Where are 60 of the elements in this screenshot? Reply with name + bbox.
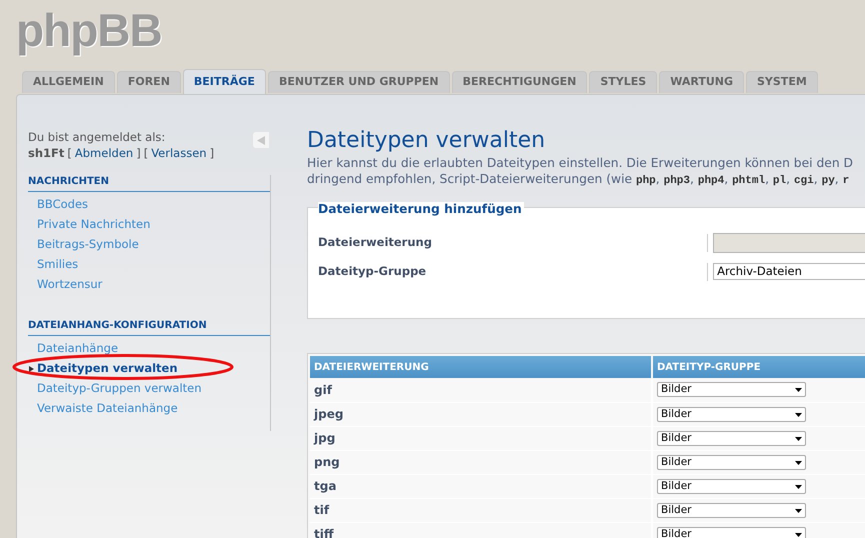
group-select[interactable]: Bilder [657,526,806,538]
group-select[interactable]: Archiv-Dateien [713,263,865,280]
field-label: Dateierweiterung [318,234,433,251]
group-select[interactable]: Bilder [657,454,806,470]
nav-tab[interactable]: STYLES [589,71,658,93]
sidebar-link[interactable]: Verwaiste Dateianhänge [37,400,178,418]
nav-tab[interactable]: BENUTZER UND GRUPPEN [268,71,450,93]
sidebar-link[interactable]: Beitrags-Symbole [37,236,139,254]
bracket-text: [ [144,145,148,161]
left-arrow-icon [257,136,265,144]
group-select[interactable]: Bilder [657,406,806,422]
nav-tab[interactable]: ALLGEMEIN [22,71,115,93]
description-text: Hier kannst du die erlaubten Dateitypen einstellen. Die Erweiterungen können bei den D [307,155,854,171]
dropdown-arrow-icon [795,508,802,512]
nav-tab[interactable]: WARTUNG [659,71,744,93]
nav-tab[interactable]: FOREN [116,71,181,93]
account-link[interactable]: Verlassen [151,145,207,161]
table-cell: png [310,450,652,474]
dropdown-arrow-icon [795,436,802,440]
nav-tab[interactable]: BERECHTIGUNGEN [452,71,588,93]
sidebar-link[interactable]: BBCodes [37,196,88,214]
table-cell: jpg [310,426,652,450]
group-select[interactable]: Bilder [657,382,806,398]
page-title: Dateitypen verwalten [307,127,546,155]
group-select[interactable]: Bilder [657,502,806,518]
account-link[interactable]: Abmelden [74,145,134,161]
section-heading: DATEIANHANG-KONFIGURATION [28,319,270,336]
logo: phpBB [16,6,162,54]
sidebar-link[interactable]: Dateityp-Gruppen verwalten [37,380,202,398]
sidebar-link[interactable]: Wortzensur [37,276,102,294]
username: sh1Ft [28,145,64,161]
dropdown-arrow-icon [795,412,802,416]
bracket-text: ] [136,145,141,161]
section-heading: NACHRICHTEN [28,175,270,192]
form-legend: Dateierweiterung hinzufügen [318,202,524,216]
nav-tab[interactable]: SYSTEM [746,71,818,93]
group-select[interactable]: Bilder [657,430,806,446]
sidebar-link[interactable]: Dateianhänge [37,340,118,358]
dropdown-arrow-icon [795,388,802,392]
dropdown-arrow-icon [795,460,802,464]
bullet-arrow-icon [29,366,34,372]
dropdown-arrow-icon [795,484,802,488]
collapse-button[interactable] [253,132,269,148]
table-cell: tiff [310,522,652,538]
table-cell: tga [310,474,652,498]
group-select[interactable]: Bilder [657,478,806,494]
dropdown-arrow-icon [795,532,802,536]
login-label: Du bist angemeldet als: [28,130,166,144]
column-header: DATEIERWEITERUNG [310,356,652,378]
bracket-text: ] [210,145,214,161]
table-cell: tif [310,498,652,522]
column-header: DATEITYP-GRUPPE [652,356,865,378]
sidebar-link[interactable]: Smilies [37,256,78,274]
table-cell: jpeg [310,402,652,426]
nav-tab[interactable]: BEITRÄGE [182,69,266,94]
bracket-text: [ [67,145,72,161]
field-label: Dateityp-Gruppe [318,262,428,280]
table-cell: gif [310,378,652,402]
sidebar-link[interactable]: Private Nachrichten [37,216,150,234]
text-input[interactable] [713,232,865,252]
